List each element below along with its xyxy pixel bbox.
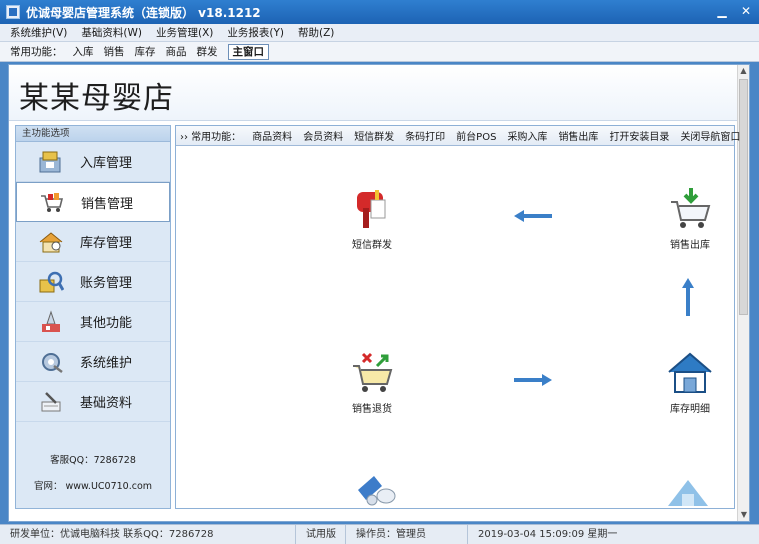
menu-system-maintenance[interactable]: 系统维护(V) [10, 25, 67, 40]
quick-product-data[interactable]: 商品资料 [252, 128, 292, 143]
status-datetime: 2019-03-04 15:09:09 星期一 [478, 528, 618, 540]
menu-business[interactable]: 业务管理(X) [156, 25, 213, 40]
toolbar-label: 常用功能： [10, 46, 63, 58]
quick-open-install-dir[interactable]: 打开安装目录 [609, 128, 669, 143]
arrow-right-icon [514, 374, 552, 386]
menu-basic-data[interactable]: 基础资料(W) [81, 25, 142, 40]
main-window: 某某母婴店 ▲ ▼ 主功能选项 入库管理 销售管理 库存管理 账务管理 其他功能… [8, 64, 750, 522]
scroll-up-icon[interactable]: ▲ [738, 65, 749, 77]
cart-return-icon [349, 350, 395, 396]
title-bar: 优诚母婴店管理系统（连锁版） v18.1212 ▁ ✕ [0, 0, 759, 24]
arrow-up-icon [682, 278, 694, 316]
sidebar-item-label: 系统维护 [80, 356, 133, 371]
main-window-button[interactable]: 主窗口 [227, 43, 269, 60]
toolbar: 常用功能： 入库 销售 库存 商品 群发 主窗口 [0, 42, 759, 62]
accounting-icon [38, 270, 65, 294]
toolbar-mass-sms[interactable]: 群发 [197, 44, 218, 59]
inbound-icon [38, 150, 64, 174]
minimize-button[interactable]: ▁ [715, 4, 729, 18]
sidebar-item-label: 销售管理 [81, 196, 134, 212]
sidebar-item-label: 库存管理 [80, 236, 133, 251]
toolbar-inventory[interactable]: 库存 [135, 44, 156, 59]
navigation-panel: ›› 常用功能： 商品资料 会员资料 短信群发 条码打印 前台POS 采购入库 … [175, 125, 740, 509]
sidebar-item-label: 账务管理 [80, 276, 133, 291]
sidebar: 主功能选项 入库管理 销售管理 库存管理 账务管理 其他功能 系统维护 基础资料… [15, 125, 171, 509]
menu-help[interactable]: 帮助(Z) [298, 25, 334, 40]
toolbar-sales[interactable]: 销售 [104, 44, 125, 59]
status-edition: 试用版 [296, 524, 346, 544]
sidebar-title: 主功能选项 [16, 126, 170, 142]
quick-purchase-inbound[interactable]: 采购入库 [507, 128, 547, 143]
flow-stock-detail[interactable]: 库存明细 [650, 350, 730, 415]
flow-sales-return-label: 销售退货 [352, 404, 392, 415]
quick-member-data[interactable]: 会员资料 [303, 128, 343, 143]
flow-sales-return[interactable]: 销售退货 [332, 350, 412, 415]
quick-sales-outbound[interactable]: 销售出库 [558, 128, 598, 143]
banner: 某某母婴店 [9, 65, 739, 121]
scroll-thumb[interactable] [739, 79, 748, 315]
flow-sms-label: 短信群发 [352, 240, 392, 251]
close-button[interactable]: ✕ [739, 4, 753, 18]
window-title: 优诚母婴店管理系统（连锁版） v18.1212 [26, 5, 261, 20]
flow-sales-out[interactable]: 销售出库 [650, 186, 730, 251]
sidebar-item-sales[interactable]: 销售管理 [16, 182, 170, 222]
status-developer: 研发单位：优诚电脑科技 联系QQ：7286728 [0, 524, 296, 544]
flow-sms[interactable]: 短信群发 [332, 186, 412, 251]
flow-sales-out-label: 销售出库 [670, 240, 710, 251]
quick-mass-sms[interactable]: 短信群发 [354, 128, 394, 143]
arrow-left-icon [514, 210, 552, 222]
menu-bar: 系统维护(V) 基础资料(W) 业务管理(X) 业务报表(Y) 帮助(Z) [0, 24, 759, 42]
warehouse-icon [667, 350, 713, 396]
package-icon [668, 480, 708, 506]
window-controls: ▁ ✕ [715, 4, 753, 18]
website-link[interactable]: 官网： www.UC0710.com [16, 478, 170, 492]
quick-front-pos[interactable]: 前台POS [456, 128, 496, 143]
inventory-icon [38, 230, 64, 254]
sidebar-item-other[interactable]: 其他功能 [16, 302, 170, 342]
mailbox-icon [349, 186, 395, 232]
quick-close-nav[interactable]: 关闭导航窗口 [680, 128, 740, 143]
quickbar-label: ›› 常用功能： [180, 132, 242, 143]
system-maintenance-icon [38, 350, 64, 374]
menu-reports[interactable]: 业务报表(Y) [227, 25, 284, 40]
other-functions-icon [38, 309, 64, 334]
sidebar-item-basic-data[interactable]: 基础资料 [16, 382, 170, 422]
sidebar-item-label: 其他功能 [80, 316, 133, 331]
toolbar-products[interactable]: 商品 [166, 44, 187, 59]
toolbar-inbound[interactable]: 入库 [73, 44, 94, 59]
cart-download-icon [667, 186, 713, 232]
sidebar-item-system[interactable]: 系统维护 [16, 342, 170, 382]
sales-icon [39, 190, 65, 214]
sidebar-item-label: 入库管理 [80, 156, 133, 171]
sidebar-item-inbound[interactable]: 入库管理 [16, 142, 170, 182]
sidebar-item-label: 基础资料 [80, 396, 133, 411]
status-operator: 操作员：管理员 [346, 524, 468, 544]
service-qq: 客服QQ：7286728 [50, 455, 136, 466]
sidebar-item-accounting[interactable]: 账务管理 [16, 262, 170, 302]
sidebar-item-inventory[interactable]: 库存管理 [16, 222, 170, 262]
status-bar: 研发单位：优诚电脑科技 联系QQ：7286728 试用版 操作员：管理员 201… [0, 524, 759, 544]
flow-stock-detail-label: 库存明细 [670, 404, 710, 415]
store-name: 某某母婴店 [19, 81, 174, 116]
app-icon [6, 5, 20, 19]
quick-function-bar: ›› 常用功能： 商品资料 会员资料 短信群发 条码打印 前台POS 采购入库 … [176, 126, 740, 146]
basic-data-icon [38, 390, 64, 414]
scroll-down-icon[interactable]: ▼ [738, 509, 750, 521]
quick-barcode-print[interactable]: 条码打印 [405, 128, 445, 143]
gift-tools-icon [358, 476, 396, 506]
